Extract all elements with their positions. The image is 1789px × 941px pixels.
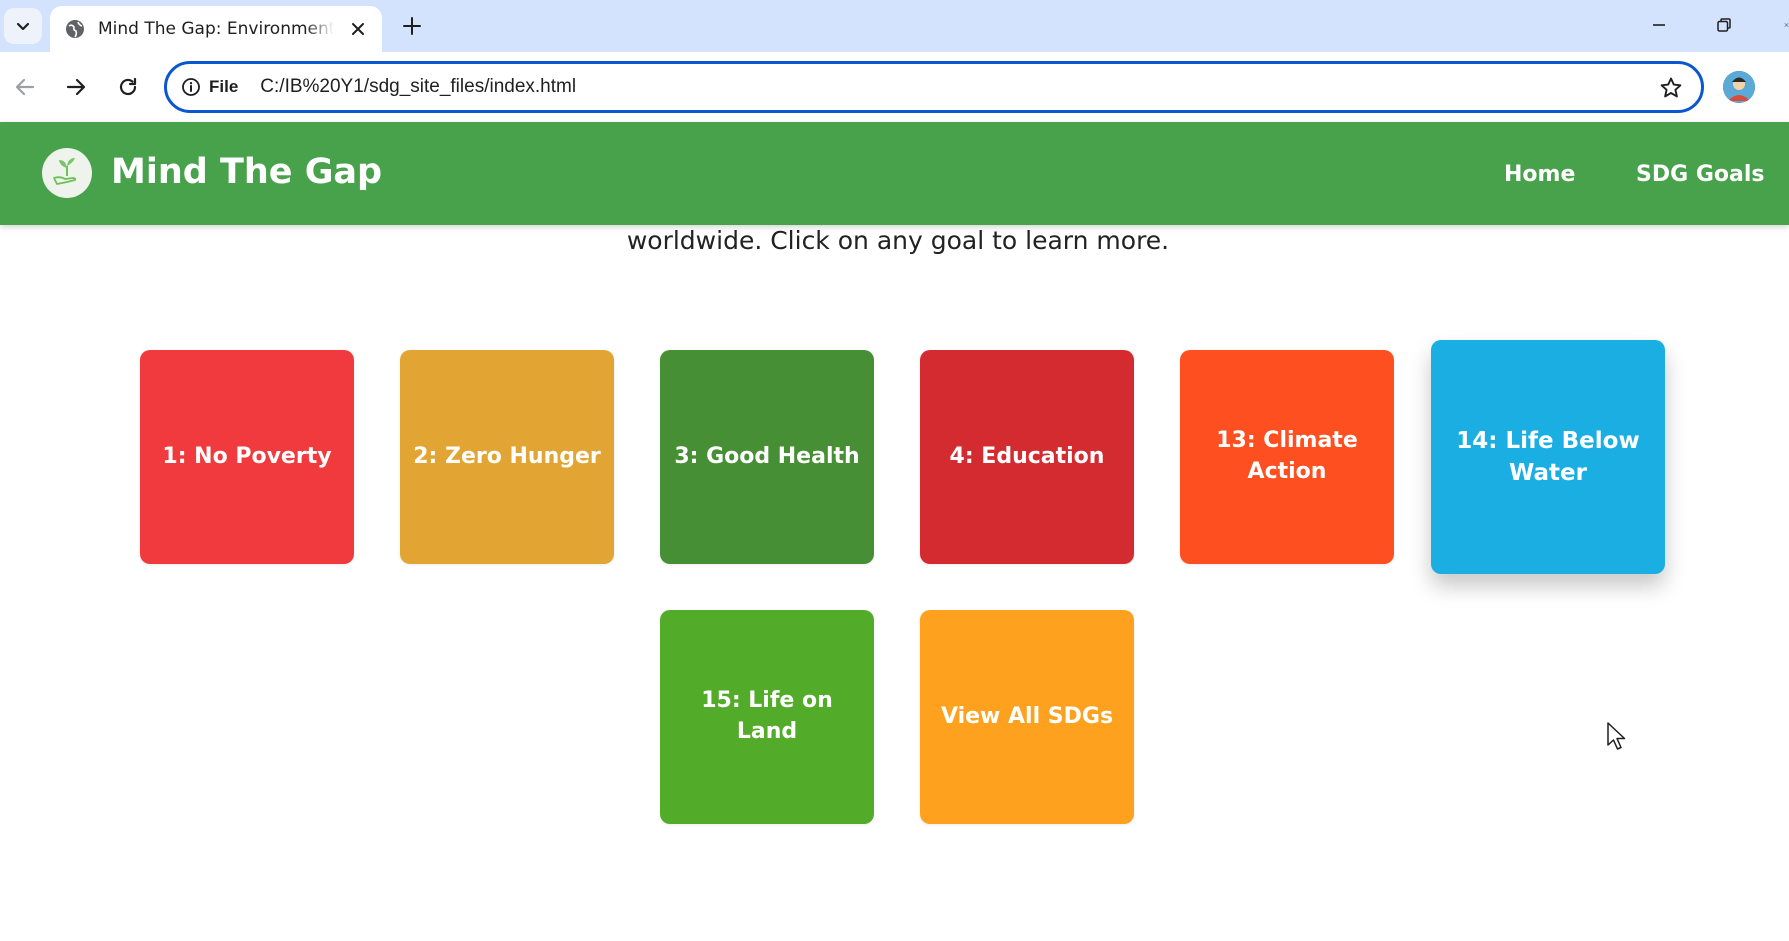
goal-card-label: 15: Life on Land (701, 688, 833, 744)
back-button[interactable] (6, 68, 44, 106)
close-window-button[interactable] (1770, 10, 1789, 40)
browser-tab-active[interactable]: Mind The Gap: Environmental P (50, 6, 382, 52)
profile-avatar[interactable] (1723, 71, 1755, 103)
plant-in-hand-logo-icon[interactable] (42, 148, 92, 198)
goal-card-life-below-water[interactable]: 14: Life Below Water (1431, 340, 1665, 574)
minimize-button[interactable] (1642, 10, 1676, 40)
goal-card-label: 2: Zero Hunger (413, 443, 601, 469)
tab-search-button[interactable] (4, 8, 42, 44)
view-all-sdgs-card[interactable]: View All SDGs (920, 610, 1134, 824)
goal-card-zero-hunger[interactable]: 2: Zero Hunger (400, 350, 614, 564)
close-tab-icon[interactable] (346, 17, 370, 41)
restore-button[interactable] (1707, 10, 1741, 40)
reload-icon (119, 77, 137, 96)
intro-text: worldwide. Click on any goal to learn mo… (626, 226, 1170, 255)
info-icon (182, 78, 200, 96)
new-tab-button[interactable] (396, 10, 428, 42)
site-info-label: File (209, 77, 239, 96)
goal-card-life-on-land[interactable]: 15: Life on Land (660, 610, 874, 824)
restore-icon (1717, 18, 1731, 32)
goal-card-label: 13: Climate Action (1216, 428, 1358, 484)
goal-card-education[interactable]: 4: Education (920, 350, 1134, 564)
goal-card-good-health[interactable]: 3: Good Health (660, 350, 874, 564)
forward-button[interactable] (57, 68, 95, 106)
goal-card-label: 3: Good Health (674, 443, 860, 469)
goal-card-label: 4: Education (949, 443, 1105, 469)
arrow-left-icon (15, 78, 35, 96)
goal-card-label: 14: Life Below Water (1456, 427, 1640, 486)
goal-card-label: 1: No Poverty (162, 443, 332, 469)
close-icon (1784, 22, 1789, 28)
tab-title: Mind The Gap: Environmental P (98, 19, 334, 39)
mouse-cursor-icon (1607, 722, 1626, 750)
address-bar[interactable]: File C:/IB%20Y1/sdg_site_files/index.htm… (164, 61, 1704, 113)
goal-card-label: View All SDGs (940, 703, 1114, 729)
reload-button[interactable] (109, 68, 147, 106)
plus-icon (403, 17, 421, 35)
minimize-icon (1653, 24, 1665, 26)
chevron-down-icon (16, 22, 30, 31)
browser-tabstrip: Mind The Gap: Environmental P (0, 0, 1789, 52)
star-icon (1660, 77, 1682, 98)
browser-toolbar: File C:/IB%20Y1/sdg_site_files/index.htm… (0, 52, 1789, 122)
nav-link-home[interactable]: Home (1504, 162, 1575, 187)
goal-card-no-poverty[interactable]: 1: No Poverty (140, 350, 354, 564)
goal-card-climate-action[interactable]: 13: Climate Action (1180, 350, 1394, 564)
url-text[interactable]: C:/IB%20Y1/sdg_site_files/index.html (260, 76, 576, 98)
site-brand-title[interactable]: Mind The Gap (111, 152, 382, 192)
site-info-chip[interactable]: File (181, 77, 238, 97)
nav-link-sdg-goals[interactable]: SDG Goals (1636, 162, 1764, 187)
bookmark-star-button[interactable] (1657, 74, 1685, 102)
globe-icon (64, 18, 86, 40)
arrow-right-icon (66, 78, 86, 96)
site-header: Mind The Gap Home SDG Goals (0, 122, 1789, 225)
